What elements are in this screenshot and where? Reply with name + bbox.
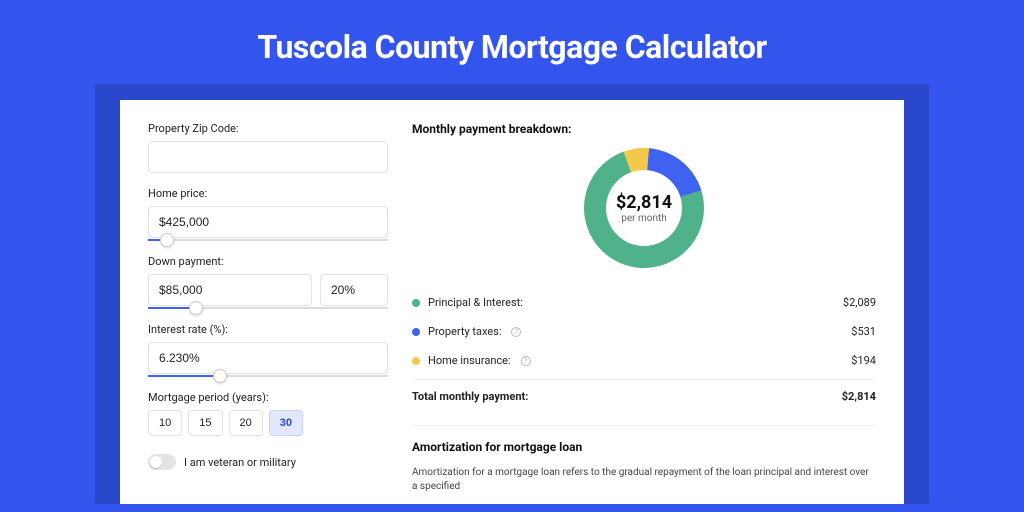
total-label: Total monthly payment:: [412, 390, 528, 403]
slider-thumb[interactable]: [213, 369, 227, 383]
zip-input[interactable]: [148, 141, 388, 173]
down-payment-input[interactable]: [148, 274, 312, 306]
page-title: Tuscola County Mortgage Calculator: [0, 0, 1024, 84]
inputs-column: Property Zip Code: Home price: Down paym…: [148, 122, 388, 482]
breakdown-column: Monthly payment breakdown: $2,814 per mo…: [412, 122, 876, 482]
legend-value: $531: [851, 325, 876, 338]
home-price-block: Home price:: [148, 187, 388, 241]
legend-left: Home insurance:?: [412, 354, 531, 367]
veteran-label: I am veteran or military: [184, 456, 296, 469]
legend: Principal & Interest: $2,089 Property taxe…: [412, 288, 876, 375]
legend-left: Property taxes:?: [412, 325, 521, 338]
info-icon[interactable]: ?: [511, 327, 521, 337]
slider-fill: [148, 375, 220, 377]
legend-dot: [412, 299, 420, 307]
mortgage-period-label: Mortgage period (years):: [148, 391, 388, 404]
period-button-row: 1015 2030: [148, 410, 388, 436]
home-price-input[interactable]: [148, 206, 388, 238]
donut-chart-wrap: $2,814 per month: [412, 148, 876, 268]
legend-dot: [412, 328, 420, 336]
period-button-15[interactable]: 15: [188, 410, 222, 436]
down-payment-pct-input[interactable]: [320, 274, 388, 306]
legend-row: Property taxes:? $531: [412, 317, 876, 346]
home-price-label: Home price:: [148, 187, 388, 200]
legend-label: Home insurance:: [428, 354, 511, 367]
breakdown-title: Monthly payment breakdown:: [412, 122, 876, 136]
donut-chart: $2,814 per month: [567, 131, 721, 285]
period-button-10[interactable]: 10: [148, 410, 182, 436]
info-icon[interactable]: ?: [521, 356, 531, 366]
amortization-text: Amortization for a mortgage loan refers …: [412, 466, 876, 494]
period-button-30[interactable]: 30: [269, 410, 303, 436]
legend-label: Principal & Interest:: [428, 296, 523, 309]
amortization-section: Amortization for mortgage loan Amortizat…: [412, 425, 876, 494]
down-payment-block: Down payment:: [148, 255, 388, 309]
total-row: Total monthly payment: $2,814: [412, 379, 876, 411]
amortization-title: Amortization for mortgage loan: [412, 440, 876, 454]
legend-row: Principal & Interest: $2,089: [412, 288, 876, 317]
down-payment-label: Down payment:: [148, 255, 388, 268]
zip-label: Property Zip Code:: [148, 122, 388, 135]
donut-center: $2,814 per month: [584, 148, 704, 268]
legend-row: Home insurance:? $194: [412, 346, 876, 375]
slider-thumb[interactable]: [160, 233, 174, 247]
card-shadow: Property Zip Code: Home price: Down paym…: [95, 84, 929, 504]
interest-input[interactable]: [148, 342, 388, 374]
slider-thumb[interactable]: [189, 301, 203, 315]
legend-dot: [412, 357, 420, 365]
veteran-row: I am veteran or military: [148, 454, 388, 470]
veteran-toggle[interactable]: [148, 454, 176, 470]
home-price-slider[interactable]: [148, 239, 388, 241]
donut-sub: per month: [621, 213, 667, 224]
legend-value: $194: [851, 354, 876, 367]
period-button-20[interactable]: 20: [229, 410, 263, 436]
legend-value: $2,089: [843, 296, 876, 309]
donut-value: $2,814: [616, 192, 672, 213]
interest-slider[interactable]: [148, 375, 388, 377]
down-payment-slider[interactable]: [148, 307, 388, 309]
total-value: $2,814: [842, 390, 876, 403]
mortgage-period-block: Mortgage period (years): 1015 2030: [148, 391, 388, 436]
legend-left: Principal & Interest:: [412, 296, 523, 309]
zip-field-block: Property Zip Code:: [148, 122, 388, 173]
interest-block: Interest rate (%):: [148, 323, 388, 377]
legend-label: Property taxes:: [428, 325, 501, 338]
interest-label: Interest rate (%):: [148, 323, 388, 336]
calculator-card: Property Zip Code: Home price: Down paym…: [120, 100, 904, 504]
